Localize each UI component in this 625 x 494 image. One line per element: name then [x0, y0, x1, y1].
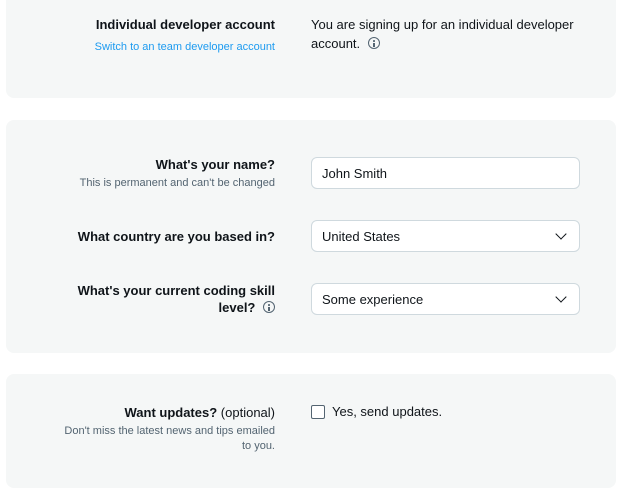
account-description-line1: You are signing up for an individual dev… [311, 17, 574, 32]
country-select[interactable]: United States [311, 220, 580, 252]
skill-label-line2: level? [218, 300, 256, 315]
name-label-group: What's your name? This is permanent and … [80, 156, 275, 191]
info-icon[interactable] [263, 301, 275, 313]
account-type-label-group: Individual developer account Switch to a… [95, 16, 275, 53]
profile-card: What's your name? This is permanent and … [6, 120, 616, 353]
switch-account-link[interactable]: Switch to an team developer account [95, 41, 275, 53]
updates-label-group: Want updates? (optional) Don't miss the … [64, 404, 275, 454]
account-type-description: You are signing up for an individual dev… [311, 15, 574, 53]
checkbox-icon[interactable] [311, 404, 325, 419]
country-label-group: What country are you based in? [78, 228, 275, 245]
updates-label: Want updates? [124, 405, 218, 420]
updates-sublabel-line2: to you. [241, 440, 275, 452]
account-type-card: Individual developer account Switch to a… [6, 0, 616, 98]
updates-sublabel-line1: Don't miss the latest news and tips emai… [64, 425, 275, 437]
name-sublabel: This is permanent and can't be changed [79, 177, 275, 189]
country-select-value: United States [322, 228, 401, 244]
skill-select-value: Some experience [322, 291, 424, 307]
skill-label-group: What's your current coding skill level? [78, 282, 275, 316]
updates-card: Want updates? (optional) Don't miss the … [6, 374, 616, 488]
updates-checkbox-row[interactable]: Yes, send updates. [311, 404, 442, 419]
skill-field-wrap: Some experience [311, 283, 580, 315]
name-field-wrap: John Smith [311, 157, 580, 189]
updates-checkbox-label[interactable]: Yes, send updates. [332, 404, 442, 419]
updates-field-wrap: Yes, send updates. [311, 404, 442, 419]
account-description-line2-row: account. [311, 34, 574, 53]
updates-label-row: Want updates? (optional) [64, 404, 275, 421]
name-label: What's your name? [155, 157, 275, 172]
country-field-wrap: United States [311, 220, 580, 252]
account-description-line2: account. [311, 36, 361, 51]
info-icon[interactable] [367, 37, 380, 49]
skill-label-line2-row: level? [78, 299, 275, 316]
name-input[interactable]: John Smith [311, 157, 580, 189]
updates-optional: (optional) [220, 405, 275, 420]
account-type-title: Individual developer account [95, 17, 275, 32]
skill-level-select[interactable]: Some experience [311, 283, 580, 315]
chevron-down-icon [555, 291, 567, 303]
country-label: What country are you based in? [77, 229, 275, 244]
skill-label-line1: What's your current coding skill [77, 283, 275, 298]
chevron-down-icon [555, 228, 567, 240]
